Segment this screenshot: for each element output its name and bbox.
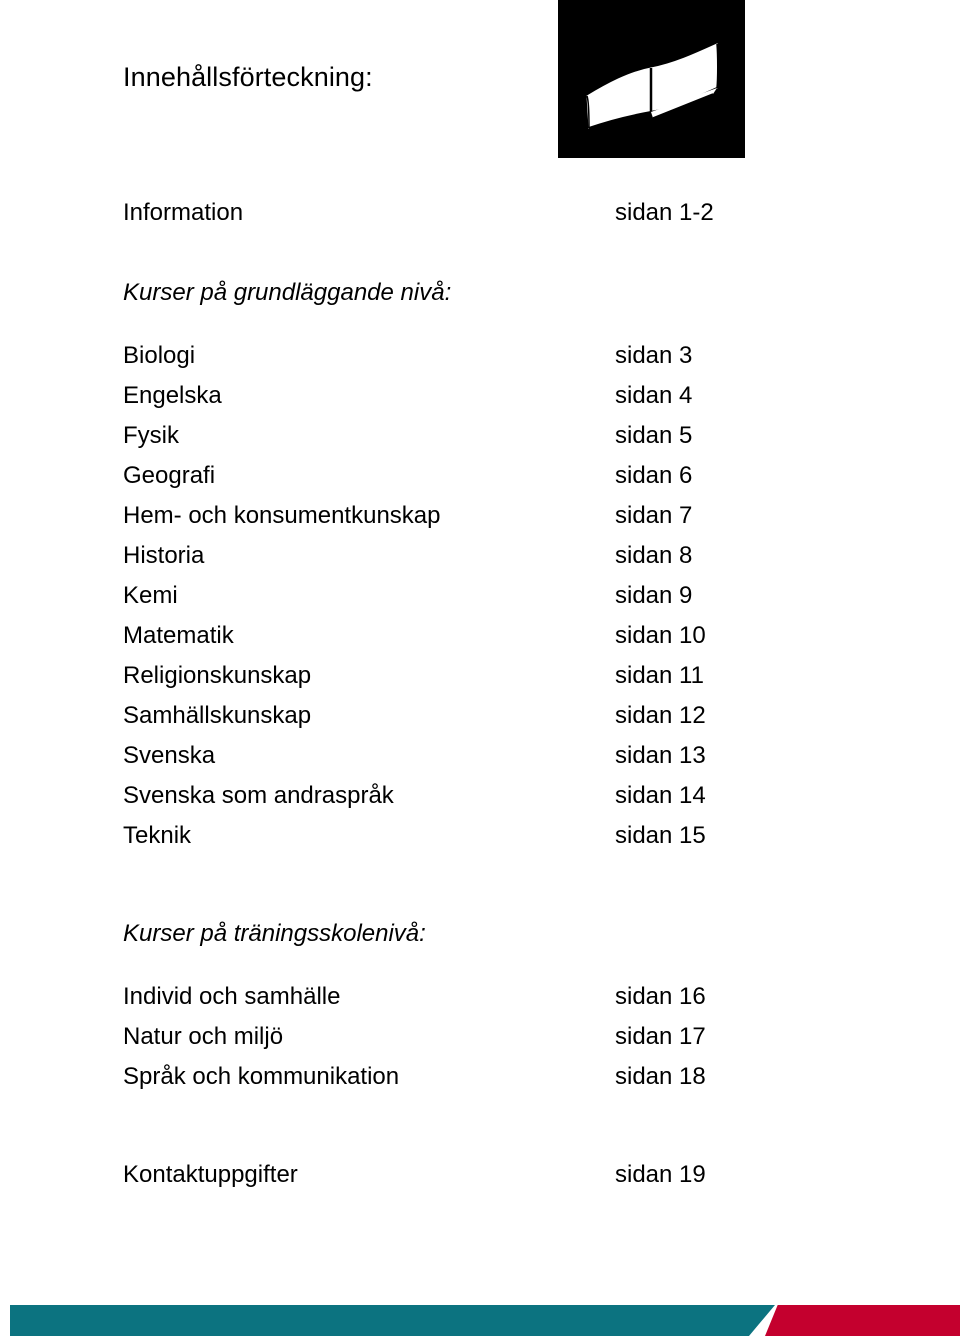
- toc-entry-label: Historia: [123, 542, 205, 569]
- toc-entry-page-ref: sidan 8: [615, 542, 693, 569]
- toc-entry-page-ref: sidan 9: [615, 582, 693, 609]
- toc-row[interactable]: Samhällskunskap sidan 12: [0, 696, 960, 736]
- page-title: Innehållsförteckning:: [123, 62, 373, 92]
- toc-row[interactable]: Biologi sidan 3: [0, 336, 960, 376]
- section-heading-traningsskolenniva: Kurser på träningsskolenivå:: [123, 920, 426, 947]
- toc-entry-page-ref: sidan 10: [615, 622, 706, 649]
- toc-row[interactable]: Språk och kommunikation sidan 18: [0, 1057, 960, 1097]
- toc-row-information[interactable]: Information sidan 1-2: [0, 193, 960, 233]
- toc-row[interactable]: Historia sidan 8: [0, 536, 960, 576]
- table-of-contents: Information sidan 1-2 Kurser på grundläg…: [0, 170, 960, 1195]
- toc-entry-label: Information: [123, 199, 244, 226]
- toc-entry-label: Individ och samhälle: [123, 983, 341, 1010]
- footer-bar-red: [765, 1305, 960, 1336]
- toc-entry-label: Natur och miljö: [123, 1023, 284, 1050]
- footer-decoration: [0, 1303, 960, 1343]
- toc-entry-label: Svenska som andraspråk: [123, 782, 394, 809]
- toc-entry-label: Religionskunskap: [123, 662, 312, 689]
- toc-entry-label: Kontaktuppgifter: [123, 1161, 298, 1188]
- toc-row[interactable]: Individ och samhälle sidan 16: [0, 977, 960, 1017]
- section-heading-grundlaggande: Kurser på grundläggande nivå:: [123, 279, 452, 306]
- toc-entry-page-ref: sidan 4: [615, 382, 693, 409]
- toc-entry-page-ref: sidan 16: [615, 983, 706, 1010]
- toc-entry-label: Geografi: [123, 462, 216, 489]
- toc-entry-label: Svenska: [123, 742, 216, 769]
- toc-entry-page-ref: sidan 18: [615, 1063, 706, 1090]
- toc-entry-page-ref: sidan 14: [615, 782, 706, 809]
- toc-entry-page-ref: sidan 13: [615, 742, 706, 769]
- toc-entry-label: Engelska: [123, 382, 222, 409]
- toc-entry-page-ref: sidan 12: [615, 702, 706, 729]
- toc-list-traningsskolenniva: Individ och samhälle sidan 16 Natur och …: [0, 977, 960, 1097]
- toc-entry-label: Språk och kommunikation: [123, 1063, 400, 1090]
- toc-row[interactable]: Natur och miljö sidan 17: [0, 1017, 960, 1057]
- toc-entry-page-ref: sidan 19: [615, 1161, 706, 1188]
- open-book-icon: [558, 0, 745, 158]
- toc-entry-page-ref: sidan 3: [615, 342, 693, 369]
- toc-row[interactable]: Hem- och konsumentkunskap sidan 7: [0, 496, 960, 536]
- toc-row[interactable]: Fysik sidan 5: [0, 416, 960, 456]
- toc-entry-page-ref: sidan 15: [615, 822, 706, 849]
- toc-list-grundlaggande: Biologi sidan 3 Engelska sidan 4 Fysik s…: [0, 336, 960, 856]
- toc-row[interactable]: Kemi sidan 9: [0, 576, 960, 616]
- toc-row[interactable]: Engelska sidan 4: [0, 376, 960, 416]
- toc-entry-label: Teknik: [123, 822, 192, 849]
- toc-entry-label: Fysik: [123, 422, 179, 449]
- toc-row[interactable]: Teknik sidan 15: [0, 816, 960, 856]
- toc-entry-label: Hem- och konsumentkunskap: [123, 502, 441, 529]
- toc-entry-page-ref: sidan 7: [615, 502, 693, 529]
- toc-row[interactable]: Matematik sidan 10: [0, 616, 960, 656]
- toc-row[interactable]: Geografi sidan 6: [0, 456, 960, 496]
- toc-row[interactable]: Svenska sidan 13: [0, 736, 960, 776]
- toc-entry-label: Matematik: [123, 622, 234, 649]
- toc-row[interactable]: Svenska som andraspråk sidan 14: [0, 776, 960, 816]
- toc-entry-label: Kemi: [123, 582, 178, 609]
- footer-bar-teal: [10, 1305, 775, 1336]
- toc-entry-page-ref: sidan 1-2: [615, 199, 714, 226]
- toc-row[interactable]: Religionskunskap sidan 11: [0, 656, 960, 696]
- toc-entry-page-ref: sidan 6: [615, 462, 693, 489]
- toc-entry-page-ref: sidan 5: [615, 422, 693, 449]
- toc-entry-page-ref: sidan 17: [615, 1023, 706, 1050]
- toc-row-kontaktuppgifter[interactable]: Kontaktuppgifter sidan 19: [0, 1155, 960, 1195]
- document-header: Innehållsförteckning:: [0, 0, 960, 170]
- toc-entry-page-ref: sidan 11: [615, 662, 704, 689]
- toc-entry-label: Biologi: [123, 342, 196, 369]
- document-page: Innehållsförteckning: Information sidan …: [0, 0, 960, 1343]
- toc-entry-label: Samhällskunskap: [123, 702, 312, 729]
